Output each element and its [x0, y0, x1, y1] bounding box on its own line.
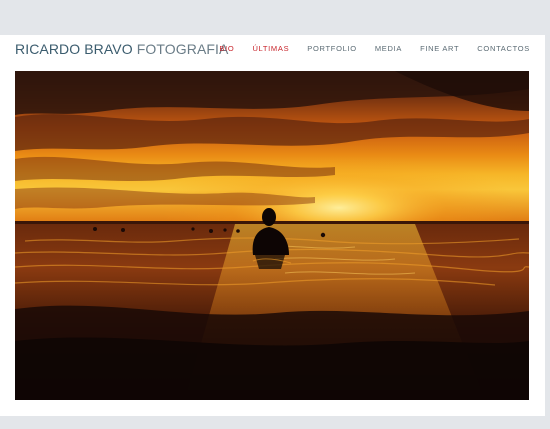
nav-item-media[interactable]: MEDIA [357, 44, 402, 54]
hero-photo [15, 71, 529, 400]
site-logo[interactable]: RICARDO BRAVO FOTOGRAFIA [15, 40, 228, 58]
nav-item-portfolio[interactable]: PORTFOLIO [289, 44, 357, 54]
page-container: RICARDO BRAVO FOTOGRAFIA BIO ÚLTIMAS POR… [0, 35, 545, 416]
main-nav: BIO ÚLTIMAS PORTFOLIO MEDIA FINE ART CON… [219, 44, 530, 54]
brand-tagline: FOTOGRAFIA [136, 41, 229, 57]
nav-item-ultimas[interactable]: ÚLTIMAS [234, 44, 289, 54]
sunset-surfer-image [15, 71, 529, 400]
site-header: RICARDO BRAVO FOTOGRAFIA BIO ÚLTIMAS POR… [15, 35, 530, 70]
brand-name: RICARDO BRAVO [15, 41, 133, 57]
nav-item-bio[interactable]: BIO [219, 44, 234, 54]
nav-item-contactos[interactable]: CONTACTOS [459, 44, 530, 54]
nav-item-fine-art[interactable]: FINE ART [402, 44, 459, 54]
